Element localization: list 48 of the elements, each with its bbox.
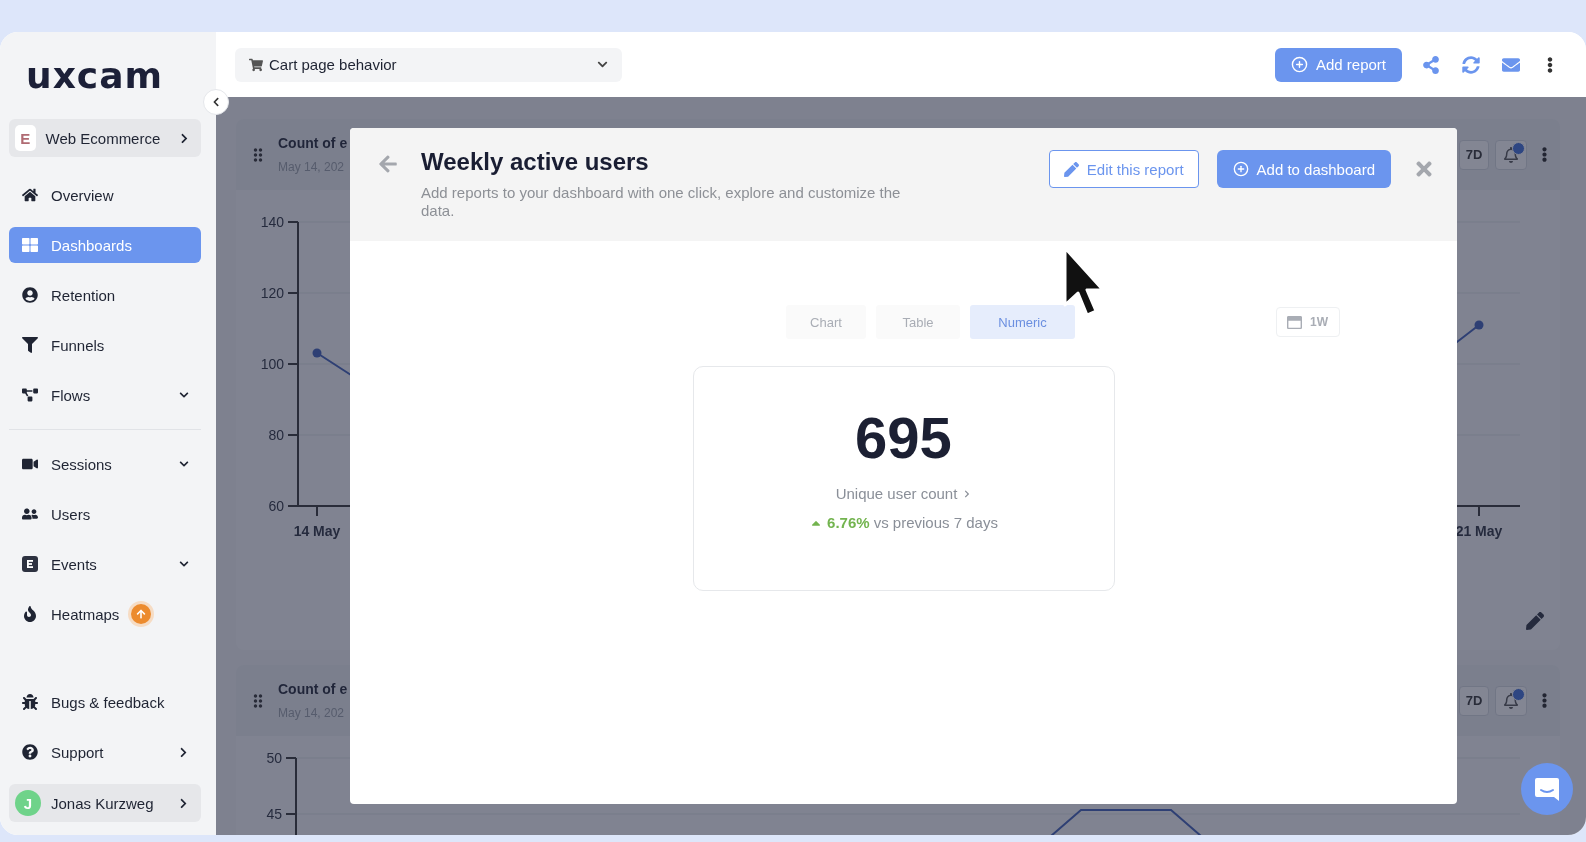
nav-label: Events — [51, 555, 97, 573]
workspace-avatar: E — [15, 125, 36, 151]
axis-label: 50 — [265, 750, 282, 766]
nav-item[interactable]: Support — [9, 734, 201, 770]
select-value: Cart page behavior — [269, 56, 397, 73]
user-button[interactable]: J Jonas Kurzweg — [9, 784, 201, 822]
nav-item[interactable]: Users — [9, 496, 201, 532]
user-avatar: J — [15, 790, 41, 816]
modal-subtitle: Add reports to your dashboard with one click, explore and customize the data. — [421, 184, 902, 220]
axis-label: 100 — [259, 356, 284, 372]
axis-label: 14 May — [293, 523, 341, 539]
nav-item[interactable]: Funnels — [9, 327, 201, 363]
nav-label: Overview — [51, 186, 114, 204]
axis-label: 45 — [265, 806, 282, 822]
axis-label: 80 — [267, 427, 284, 443]
nav-item[interactable]: Overview — [9, 177, 201, 213]
nav-item[interactable]: Events — [9, 546, 201, 582]
axis-label: 140 — [259, 214, 284, 230]
nav-item[interactable]: Retention — [9, 277, 201, 313]
range-button[interactable]: 7D — [1459, 139, 1489, 170]
range-button[interactable]: 7D — [1459, 685, 1489, 716]
nav-label: Bugs & feedback — [51, 693, 165, 711]
modal-title: Weekly active users — [421, 148, 650, 176]
metric-value: 695 — [855, 405, 952, 471]
nav-item[interactable]: Bugs & feedback — [9, 684, 201, 720]
axis-label: 120 — [259, 285, 284, 301]
workspace-name: Web Ecommerce — [45, 129, 161, 147]
workspace-button[interactable]: E Web Ecommerce — [9, 119, 201, 157]
nav-label: Support — [51, 743, 104, 761]
metric-change: 6.76% — [827, 514, 870, 531]
nav-label: Users — [51, 505, 91, 523]
nav-label: Sessions — [51, 455, 112, 473]
metric-comparison: vs previous 7 days — [873, 514, 998, 531]
nav-item[interactable]: Heatmaps — [9, 596, 201, 632]
nav-label: Dashboards — [51, 236, 132, 254]
axis-label: 60 — [267, 498, 284, 514]
nav-item[interactable]: Sessions — [9, 446, 201, 482]
nav-label: Heatmaps — [51, 605, 120, 623]
nav-label: Flows — [51, 386, 91, 404]
dashboard-select[interactable]: Cart page behavior — [235, 47, 622, 82]
card-title: Count of e — [278, 681, 349, 697]
card-title: Count of e — [278, 135, 349, 151]
user-name: Jonas Kurzweg — [51, 794, 154, 812]
axis-label: 21 May — [1455, 523, 1503, 539]
nav-label: Funnels — [51, 336, 105, 354]
logo: uxcam — [26, 55, 163, 96]
nav-item[interactable]: Flows — [9, 377, 201, 413]
nav-label: Retention — [51, 286, 116, 304]
